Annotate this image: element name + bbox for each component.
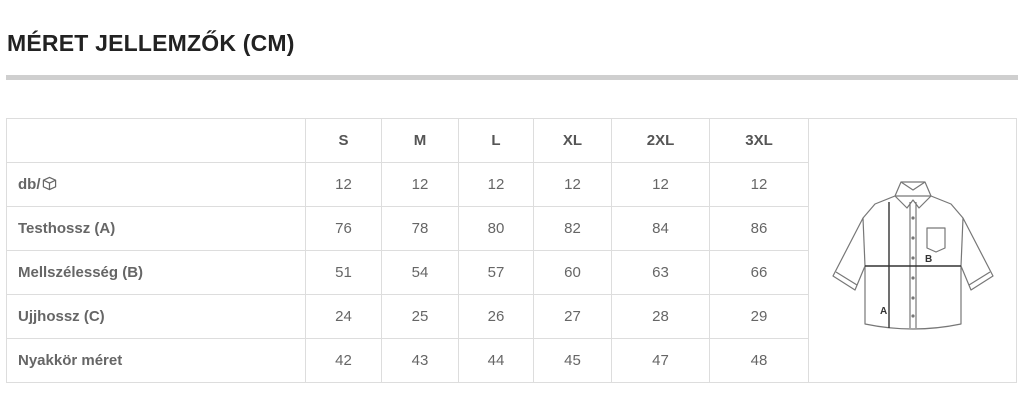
- table-cell: 76: [305, 206, 382, 251]
- table-cell: 28: [611, 294, 710, 339]
- shirt-button: [910, 215, 915, 220]
- shirt-placket: [908, 201, 917, 328]
- table-cell: 57: [458, 250, 534, 295]
- table-cell: 66: [709, 250, 809, 295]
- shirt-button: [910, 313, 915, 318]
- shirt-collar: [893, 180, 932, 209]
- table-cell: 80: [458, 206, 534, 251]
- table-cell: 43: [381, 338, 459, 383]
- shirt-left-sleeve-seam: [861, 217, 866, 266]
- shirt-diagram-cell: A B: [808, 118, 1017, 383]
- table-cell: 12: [709, 162, 809, 207]
- table-cell: 29: [709, 294, 809, 339]
- table-cell: 25: [381, 294, 459, 339]
- shirt-right-sleeve-hem: [968, 270, 990, 286]
- shirt-right-sleeve-seam: [959, 217, 964, 266]
- table-cell: 12: [305, 162, 382, 207]
- table-cell: 86: [709, 206, 809, 251]
- shirt-pocket: [925, 226, 946, 253]
- shirt-collar-band: [900, 181, 925, 191]
- table-cell: 26: [458, 294, 534, 339]
- table-cell: 78: [381, 206, 459, 251]
- size-header: S: [305, 118, 382, 163]
- table-cell: 45: [533, 338, 612, 383]
- size-header: L: [458, 118, 534, 163]
- table-header-row: S M L XL 2XL 3XL A B: [6, 118, 1017, 383]
- row-label-neck-size: Nyakkör méret: [6, 338, 306, 383]
- size-header: M: [381, 118, 459, 163]
- table-cell: 82: [533, 206, 612, 251]
- page-title: MÉRET JELLEMZŐK (CM): [7, 30, 295, 56]
- table-cell: 48: [709, 338, 809, 383]
- table-cell: 12: [611, 162, 710, 207]
- row-label-sleeve-length: Ujjhossz (C): [6, 294, 306, 339]
- shirt-button: [910, 235, 915, 240]
- table-cell: 44: [458, 338, 534, 383]
- shirt-left-sleeve-hem: [835, 270, 857, 286]
- size-chart-page: MÉRET JELLEMZŐK (CM) S M L XL 2XL 3XL A …: [0, 0, 1025, 420]
- measure-label-a: A: [880, 306, 887, 317]
- table-cell: 54: [381, 250, 459, 295]
- table-cell: 42: [305, 338, 382, 383]
- shirt-button: [910, 255, 915, 260]
- shirt-body-outline: [831, 194, 994, 330]
- table-cell: 12: [533, 162, 612, 207]
- table-cell: 47: [611, 338, 710, 383]
- table-cell: 12: [458, 162, 534, 207]
- row-label-quantity: db/: [6, 162, 306, 207]
- row-label-text: db/: [18, 176, 41, 193]
- size-header: XL: [533, 118, 612, 163]
- size-header: 3XL: [709, 118, 809, 163]
- table-cell: 24: [305, 294, 382, 339]
- table-cell: 63: [611, 250, 710, 295]
- header-empty-cell: [6, 118, 306, 163]
- table-cell: 27: [533, 294, 612, 339]
- size-table: S M L XL 2XL 3XL A B db/ 12 12 12 12 12 …: [6, 118, 1017, 383]
- table-cell: 51: [305, 250, 382, 295]
- shirt-button: [910, 275, 915, 280]
- measure-label-b: B: [925, 254, 932, 265]
- table-cell: 12: [381, 162, 459, 207]
- shirt-button: [910, 295, 915, 300]
- table-cell: 84: [611, 206, 710, 251]
- table-cell: 60: [533, 250, 612, 295]
- row-label-body-length: Testhossz (A): [6, 206, 306, 251]
- box-icon: [42, 176, 56, 191]
- row-label-chest-width: Mellszélesség (B): [6, 250, 306, 295]
- title-divider: [6, 75, 1018, 80]
- size-header: 2XL: [611, 118, 710, 163]
- shirt-diagram: A B: [831, 180, 994, 330]
